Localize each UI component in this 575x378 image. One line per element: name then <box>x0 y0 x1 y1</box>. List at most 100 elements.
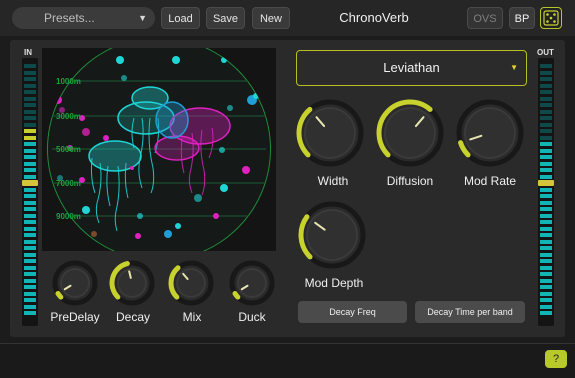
depth-label: 3000m <box>56 112 81 121</box>
output-meter[interactable] <box>538 58 554 326</box>
meter-segment <box>540 135 552 140</box>
meter-segment <box>540 220 552 224</box>
decay-freq-button[interactable]: Decay Freq <box>298 301 407 323</box>
depth-label: 1000m <box>56 77 81 86</box>
predelay-knob[interactable] <box>51 259 99 312</box>
plugin-title: ChronoVerb <box>339 10 409 25</box>
meter-segment <box>24 298 36 302</box>
meter-segment <box>540 129 552 133</box>
meter-segment <box>24 220 36 224</box>
load-button[interactable]: Load <box>161 7 200 29</box>
meter-segment <box>24 109 36 114</box>
out-meter-label: OUT <box>537 48 554 57</box>
meter-segment <box>24 226 36 231</box>
meter-level-marker[interactable] <box>22 180 38 186</box>
mod-rate-knob[interactable] <box>455 98 525 173</box>
meter-segment <box>540 272 552 276</box>
chevron-down-icon: ▼ <box>510 63 518 72</box>
meter-segment <box>540 304 552 309</box>
ovs-button[interactable]: OVS <box>467 7 503 29</box>
meter-segment <box>540 103 552 107</box>
status-bar <box>0 343 575 378</box>
depth-label: 5000m <box>56 145 81 154</box>
meter-segment <box>24 155 36 159</box>
input-meter[interactable] <box>22 58 38 326</box>
meter-segment <box>24 148 36 153</box>
meter-segment <box>540 207 552 211</box>
width-label: Width <box>317 174 349 188</box>
meter-segment <box>540 233 552 237</box>
meter-segment <box>540 259 552 263</box>
mod-depth-knob[interactable] <box>297 200 367 275</box>
reverb-visualizer: 1000m 3000m 5000m 7000m 9000m <box>42 48 276 251</box>
save-button[interactable]: Save <box>206 7 245 29</box>
presets-label: Presets... <box>44 11 95 25</box>
meter-segment <box>24 77 36 81</box>
chevron-down-icon: ▼ <box>138 13 147 23</box>
meter-level-marker[interactable] <box>538 180 554 186</box>
meter-segment <box>540 148 552 153</box>
meter-segment <box>540 174 552 179</box>
meter-segment <box>540 155 552 159</box>
meter-segment <box>540 311 552 315</box>
meter-segment <box>24 278 36 283</box>
meter-segment <box>540 200 552 205</box>
depth-label: 7000m <box>56 179 81 188</box>
decay-time-per-band-button[interactable]: Decay Time per band <box>415 301 525 323</box>
meter-segment <box>540 109 552 114</box>
meter-segment <box>540 246 552 250</box>
meter-segment <box>24 285 36 289</box>
meter-segment <box>24 103 36 107</box>
mix-knob[interactable] <box>167 259 215 312</box>
meter-segment <box>24 122 36 127</box>
meter-segment <box>24 200 36 205</box>
bp-button[interactable]: BP <box>509 7 535 29</box>
depth-label: 9000m <box>56 212 81 221</box>
meter-segment <box>540 77 552 81</box>
presets-dropdown[interactable]: Presets... ▼ <box>12 7 155 29</box>
meter-segment <box>24 304 36 309</box>
meter-segment <box>24 194 36 198</box>
meter-segment <box>24 168 36 172</box>
meter-segment <box>540 226 552 231</box>
dice-icon[interactable] <box>540 7 562 29</box>
meter-segment <box>540 83 552 88</box>
meter-segment <box>540 213 552 218</box>
meter-segment <box>24 213 36 218</box>
meter-segment <box>540 161 552 166</box>
in-meter-label: IN <box>24 48 32 57</box>
meter-segment <box>540 142 552 146</box>
meter-segment <box>24 70 36 75</box>
help-button[interactable]: ? <box>545 350 567 368</box>
meter-segment <box>24 291 36 296</box>
meter-segment <box>24 174 36 179</box>
meter-segment <box>540 187 552 192</box>
duck-label: Duck <box>238 310 266 324</box>
meter-segment <box>540 70 552 75</box>
meter-segment <box>24 129 36 133</box>
predelay-label: PreDelay <box>50 310 100 324</box>
duck-knob[interactable] <box>228 259 276 312</box>
meter-segment <box>24 259 36 263</box>
algorithm-select[interactable]: Leviathan ▼ <box>296 50 527 86</box>
decay-knob[interactable] <box>108 259 156 312</box>
diffusion-label: Diffusion <box>386 174 434 188</box>
meter-segment <box>540 194 552 198</box>
meter-segment <box>540 239 552 244</box>
meter-segment <box>24 64 36 68</box>
width-knob[interactable] <box>295 98 365 173</box>
toolbar: Presets... ▼ Load Save New ChronoVerb OV… <box>0 0 575 36</box>
meter-segment <box>24 233 36 237</box>
meter-segment <box>540 291 552 296</box>
meter-segment <box>24 135 36 140</box>
mod-rate-label: Mod Rate <box>463 174 517 188</box>
meter-segment <box>540 285 552 289</box>
meter-segment <box>540 298 552 302</box>
new-button[interactable]: New <box>252 7 290 29</box>
meter-segment <box>24 142 36 146</box>
meter-segment <box>24 83 36 88</box>
meter-segment <box>24 90 36 94</box>
meter-segment <box>24 116 36 120</box>
meter-segment <box>24 161 36 166</box>
diffusion-knob[interactable] <box>375 98 445 173</box>
